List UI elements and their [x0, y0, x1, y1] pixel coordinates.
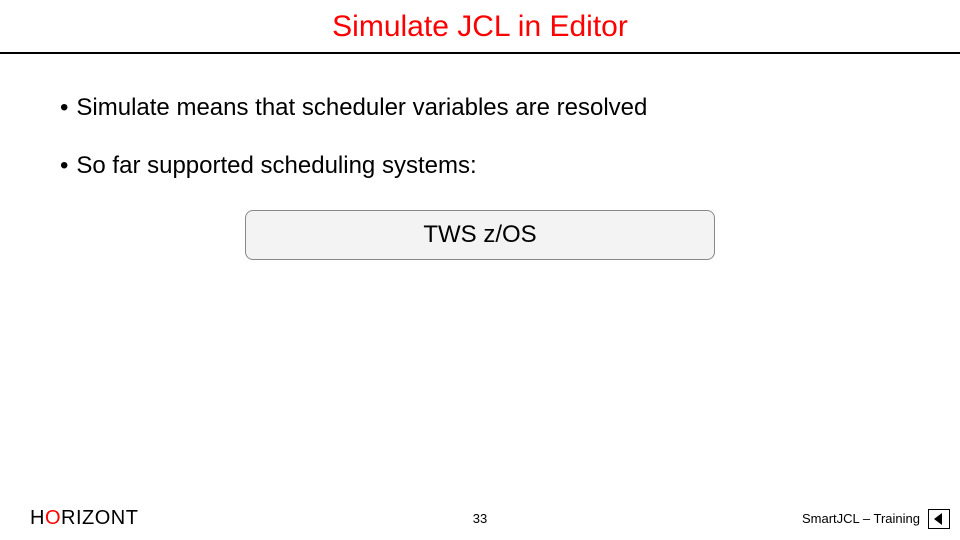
footer-right: SmartJCL – Training — [802, 509, 950, 529]
nav-back-button[interactable] — [928, 509, 950, 529]
bullet-text: Simulate means that scheduler variables … — [76, 94, 647, 122]
footer: HORIZONT 33 SmartJCL – Training — [0, 507, 960, 530]
brand-letter: RIZONT — [61, 507, 138, 529]
slide-title: Simulate JCL in Editor — [0, 0, 960, 52]
brand-letter: H — [30, 507, 45, 529]
footer-course-title: SmartJCL – Training — [802, 511, 920, 526]
page-number: 33 — [473, 511, 487, 526]
bullet-item: • Simulate means that scheduler variable… — [60, 94, 900, 122]
bullet-text: So far supported scheduling systems: — [76, 152, 476, 180]
triangle-left-icon — [934, 513, 944, 525]
brand-logo: HORIZONT — [30, 507, 138, 530]
bullet-dot-icon: • — [60, 94, 68, 122]
brand-letter: O — [45, 507, 61, 529]
content-area: • Simulate means that scheduler variable… — [0, 54, 960, 260]
bullet-dot-icon: • — [60, 152, 68, 180]
bullet-item: • So far supported scheduling systems: — [60, 152, 900, 180]
system-box: TWS z/OS — [245, 210, 715, 260]
